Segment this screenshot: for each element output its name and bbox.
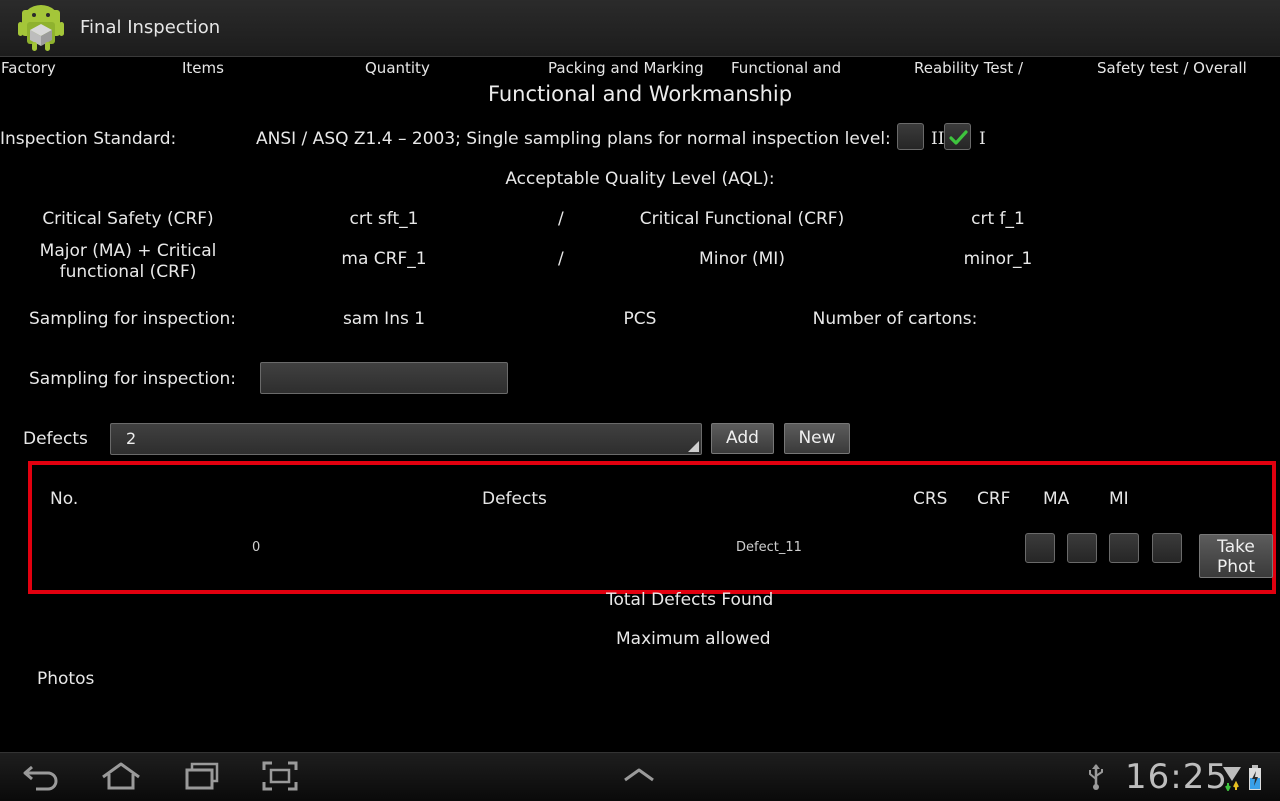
defects-label: Defects [23,429,88,449]
critical-safety-label: Critical Safety (CRF) [42,209,214,229]
aql-separator: / [558,209,564,229]
screenshot-icon[interactable] [262,761,298,796]
back-icon[interactable] [22,761,60,796]
minor-label: Minor (MI) [699,249,785,269]
tab-packing[interactable]: Packing and Marking [548,59,704,77]
total-defects-label: Total Defects Found [606,590,774,608]
usb-icon [1086,763,1106,796]
column-header-crs: CRS [913,489,948,509]
column-header-no: No. [50,489,79,509]
major-critical-value: ma CRF_1 [341,249,427,269]
level-ii-label: II [931,129,945,149]
action-bar: Final Inspection [0,0,1280,57]
row-defect-name: Defect_11 [736,540,802,555]
crs-checkbox[interactable] [1025,533,1055,563]
column-header-ma: MA [1043,489,1070,509]
sampling-value: sam Ins 1 [342,309,426,329]
tab-items[interactable]: Items [182,59,224,77]
major-critical-label: Major (MA) + Critical functional (CRF) [39,241,217,279]
add-button[interactable]: Add [711,423,774,454]
column-header-defects: Defects [482,489,547,509]
sampling-label: Sampling for inspection: [29,309,236,329]
row-number: 0 [252,540,261,555]
sampling-unit: PCS [623,309,657,329]
tab-quantity[interactable]: Quantity [365,59,430,77]
defects-dropdown[interactable]: 2 [110,423,702,455]
dropdown-corner-icon [688,441,699,452]
recent-apps-icon[interactable] [183,761,221,796]
tab-functional[interactable]: Functional and [731,59,841,77]
defects-dropdown-value: 2 [126,429,137,448]
take-photo-button[interactable]: Take Phot [1199,534,1273,578]
section-title: Functional and Workmanship [487,82,793,106]
app-title: Final Inspection [80,17,221,38]
checkmark-icon [949,130,968,145]
photos-label: Photos [37,669,95,689]
system-navigation-bar: 16:25 [0,752,1280,801]
defects-table [28,461,1276,594]
inspection-standard-label: Inspection Standard: [0,129,177,149]
maximum-allowed-label: Maximum allowed [616,629,771,649]
critical-functional-label: Critical Functional (CRF) [639,209,845,229]
column-header-crf: CRF [977,489,1011,509]
aql-separator-2: / [558,249,564,269]
level-ii-checkbox[interactable] [897,123,924,150]
new-button[interactable]: New [784,423,850,454]
ma-checkbox[interactable] [1109,533,1139,563]
tab-factory[interactable]: Factory [1,59,56,77]
critical-safety-value: crt sft_1 [349,209,419,229]
mi-checkbox[interactable] [1152,533,1182,563]
status-clock: 16:25 [1125,757,1228,797]
sampling-input[interactable] [260,362,508,394]
level-i-checkbox[interactable] [944,123,971,150]
minor-value: minor_1 [963,249,1033,269]
level-i-label: I [979,129,986,149]
tab-safety[interactable]: Safety test / Overall [1097,59,1247,77]
sampling-label-2: Sampling for inspection: [29,369,236,389]
aql-title: Acceptable Quality Level (AQL): [505,169,775,189]
signal-icon [1222,765,1242,796]
android-app-icon [18,4,64,52]
critical-functional-value: crt f_1 [971,209,1025,229]
column-header-mi: MI [1109,489,1129,509]
chevron-up-icon[interactable] [622,767,656,788]
battery-icon [1248,765,1262,796]
cartons-label: Number of cartons: [812,309,978,329]
home-icon[interactable] [100,761,142,796]
tab-reliability[interactable]: Reability Test / [914,59,1023,77]
crf-checkbox[interactable] [1067,533,1097,563]
inspection-standard-text: ANSI / ASQ Z1.4 – 2003; Single sampling … [256,129,891,149]
